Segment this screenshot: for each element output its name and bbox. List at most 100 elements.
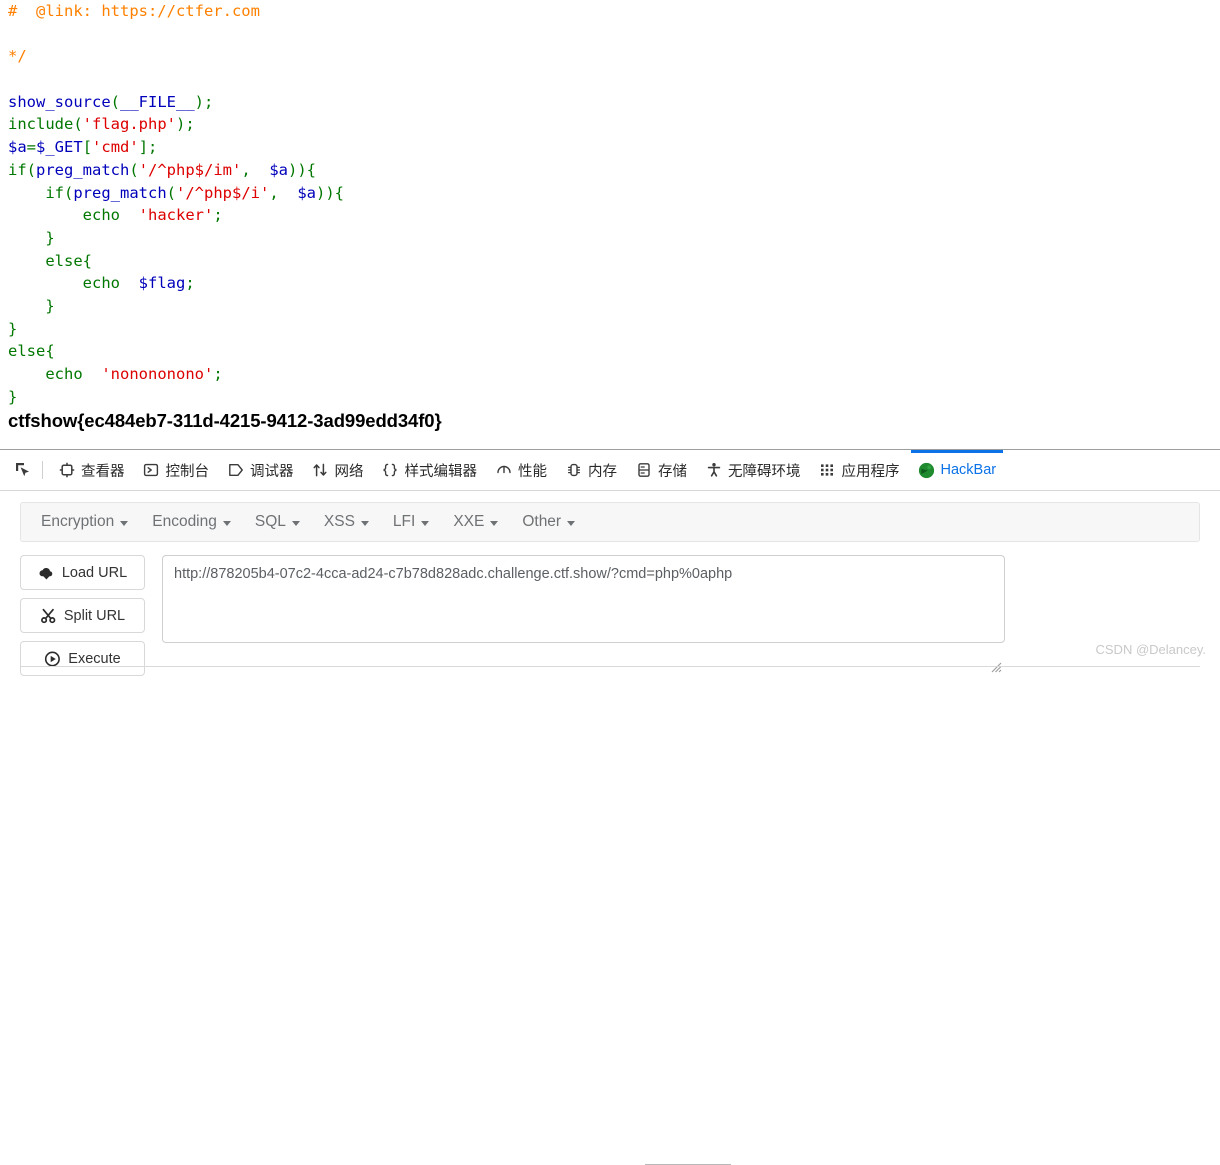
code-token: ;	[148, 138, 157, 156]
php-source-code: # @link: https://ctfer.com */ show_sourc…	[0, 0, 1220, 408]
devtools-toolbar: 查看器 控制台 调试器 网络 样式编辑器性能内存存储 无障碍环境应用程序HackBar	[0, 450, 1220, 491]
accessibility-icon	[705, 462, 722, 479]
code-line: }	[8, 295, 1220, 318]
code-token: '/^php$/im'	[139, 161, 242, 179]
code-token: (	[27, 161, 36, 179]
code-token: echo	[45, 365, 92, 383]
devtools-tab-label: 调试器	[250, 460, 294, 481]
code-line: include('flag.php');	[8, 113, 1220, 136]
memory-icon	[565, 462, 582, 479]
devtools-tab-performance[interactable]: 性能	[486, 450, 556, 491]
hackbar-menu-label: SQL	[255, 513, 286, 531]
code-token: ;	[204, 93, 213, 111]
hackbar-menu-other[interactable]: Other	[510, 508, 587, 536]
code-token: )){	[316, 184, 344, 202]
devtools-tab-hackbar[interactable]: HackBar	[909, 450, 1006, 491]
split-url-button[interactable]: Split URL	[20, 598, 145, 633]
code-token: if	[8, 161, 27, 179]
url-field-wrapper	[162, 555, 1005, 676]
chevron-down-icon	[292, 521, 300, 526]
code-token: )	[176, 115, 185, 133]
code-token: ,	[269, 184, 297, 202]
storage-icon	[635, 462, 652, 479]
devtools-tab-debugger[interactable]: 调试器	[218, 450, 303, 491]
network-icon	[312, 462, 329, 479]
element-picker-icon[interactable]	[6, 455, 40, 485]
code-token: $a	[297, 184, 316, 202]
devtools-tab-style-editor[interactable]: 样式编辑器	[373, 450, 487, 491]
devtools-tab-network[interactable]: 网络	[303, 450, 373, 491]
code-token: ;	[213, 365, 222, 383]
toolbar-divider	[42, 461, 43, 479]
performance-icon	[495, 462, 512, 479]
hackbar-menu-xxe[interactable]: XXE	[441, 508, 510, 536]
hackbar-menu-label: LFI	[393, 513, 415, 531]
load-url-button[interactable]: Load URL	[20, 555, 145, 590]
code-token: }	[45, 297, 54, 315]
console-icon	[143, 462, 160, 479]
code-token: (	[129, 161, 138, 179]
devtools-tab-label: 查看器	[81, 460, 125, 481]
cloud-download-icon	[38, 564, 55, 581]
hackbar-menu-label: XXE	[453, 513, 484, 531]
code-token: 'hacker'	[129, 206, 213, 224]
code-token: ;	[213, 206, 222, 224]
devtools-panel: 查看器 控制台 调试器 网络 样式编辑器性能内存存储 无障碍环境应用程序HackBar E…	[0, 449, 1220, 667]
code-line: echo $flag;	[8, 272, 1220, 295]
button-label: Split URL	[64, 608, 125, 624]
code-token: (	[64, 184, 73, 202]
devtools-tab-application[interactable]: 应用程序	[810, 450, 909, 491]
devtools-tab-inspector[interactable]: 查看器	[49, 450, 134, 491]
code-token: =	[27, 138, 36, 156]
code-token: ;	[185, 274, 194, 292]
code-line: }	[8, 318, 1220, 341]
code-token: $_GET	[36, 138, 83, 156]
url-input[interactable]	[162, 555, 1005, 643]
code-token: else{	[45, 252, 92, 270]
inspector-icon	[58, 462, 75, 479]
chevron-down-icon	[120, 521, 128, 526]
code-token: )){	[288, 161, 316, 179]
code-line: if(preg_match('/^php$/im', $a)){	[8, 159, 1220, 182]
hackbar-panel: EncryptionEncoding SQL XSS LFI XXE Other Load…	[0, 502, 1220, 678]
hackbar-menu-encryption[interactable]: Encryption	[29, 508, 140, 536]
chevron-down-icon	[490, 521, 498, 526]
code-token: $a	[269, 161, 288, 179]
devtools-tab-accessibility[interactable]: 无障碍环境	[696, 450, 810, 491]
code-token: ;	[185, 115, 194, 133]
code-line: $a=$_GET['cmd'];	[8, 136, 1220, 159]
hackbar-menu-sql[interactable]: SQL	[243, 508, 312, 536]
code-token: )	[195, 93, 204, 111]
devtools-tab-label: 网络	[335, 460, 364, 481]
chevron-down-icon	[223, 521, 231, 526]
code-token: $a	[8, 138, 27, 156]
code-token: # @link: https://ctfer.com	[8, 2, 260, 20]
execute-button[interactable]: Execute	[20, 641, 145, 676]
hackbar-menu-label: Other	[522, 513, 561, 531]
hackbar-menu-xss[interactable]: XSS	[312, 508, 381, 536]
hackbar-body: Load URL Split URL Execute	[20, 555, 1200, 676]
code-line: # @link: https://ctfer.com	[8, 0, 1220, 23]
devtools-tab-memory[interactable]: 内存	[556, 450, 626, 491]
code-line: if(preg_match('/^php$/i', $a)){	[8, 182, 1220, 205]
hackbar-menu-encoding[interactable]: Encoding	[140, 508, 243, 536]
devtools-tab-storage[interactable]: 存储	[626, 450, 696, 491]
devtools-tab-console[interactable]: 控制台	[134, 450, 219, 491]
code-token: echo	[83, 274, 130, 292]
devtools-tab-label: 无障碍环境	[728, 460, 801, 481]
play-circle-icon	[44, 650, 61, 667]
code-token: */	[8, 47, 27, 65]
application-icon	[819, 462, 836, 479]
devtools-tab-label: 控制台	[166, 460, 210, 481]
devtools-tab-label: 样式编辑器	[405, 460, 478, 481]
code-token: [	[83, 138, 92, 156]
code-token: (	[167, 184, 176, 202]
code-token: show_source	[8, 93, 111, 111]
hackbar-menu-lfi[interactable]: LFI	[381, 508, 441, 536]
code-token: '/^php$/i'	[176, 184, 269, 202]
chevron-down-icon	[567, 521, 575, 526]
devtools-tab-list: 查看器 控制台 调试器 网络 样式编辑器性能内存存储 无障碍环境应用程序HackBar	[49, 450, 1005, 491]
code-token: __FILE__	[120, 93, 195, 111]
code-token: 'cmd'	[92, 138, 139, 156]
scissors-icon	[40, 607, 57, 624]
